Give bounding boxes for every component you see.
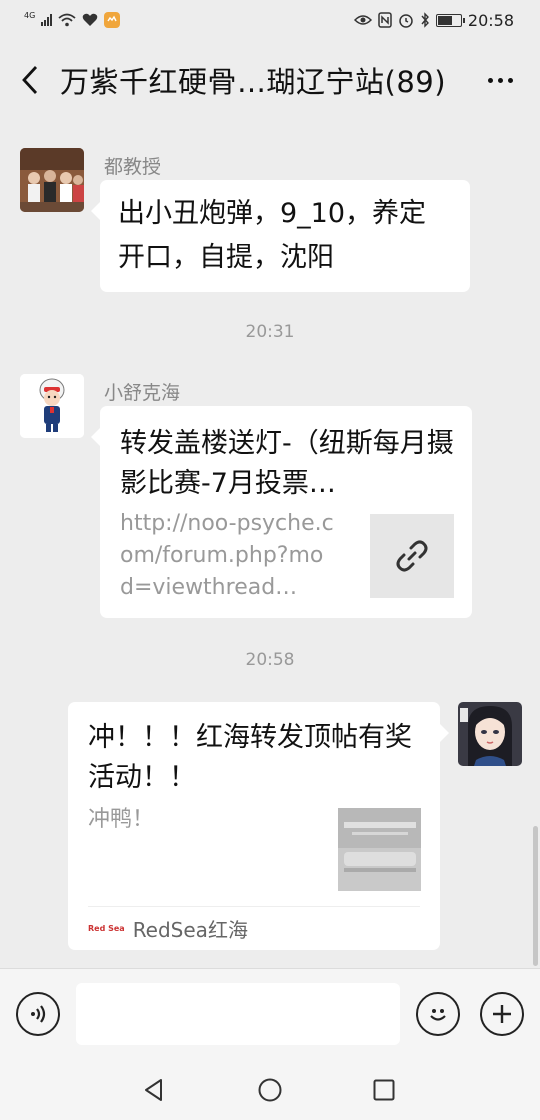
nav-recents-button[interactable]	[368, 1074, 400, 1106]
chat-header: 万紫千红硬骨…瑚辽宁站(89)	[0, 40, 540, 120]
chat-title: 万紫千红硬骨…瑚辽宁站(89)	[60, 65, 447, 99]
app-notification-icon	[104, 12, 121, 28]
card-source-label: RedSea红海	[132, 918, 248, 942]
network-type-label: 4G	[24, 11, 36, 20]
timestamp: 20:58	[245, 650, 295, 670]
battery-icon	[435, 13, 465, 27]
nav-back-button[interactable]	[138, 1074, 170, 1106]
heart-icon	[83, 13, 98, 26]
product-image-icon	[338, 808, 421, 891]
bluetooth-icon	[421, 12, 429, 28]
nfc-icon	[378, 12, 392, 28]
timestamp: 20:31	[245, 322, 295, 342]
card-source: Red Sea RedSea红海	[88, 906, 420, 950]
back-button[interactable]	[0, 40, 60, 120]
message-input[interactable]	[76, 983, 400, 1045]
status-bar: 4G 20:58	[0, 0, 540, 40]
link-thumbnail	[370, 514, 454, 598]
status-time: 20:58	[467, 10, 514, 30]
sender-name: 都教授	[104, 156, 162, 178]
emoji-button[interactable]	[416, 992, 460, 1036]
cartoon-pilot-avatar	[20, 374, 84, 438]
avatar-self[interactable]	[458, 702, 522, 766]
input-bar	[0, 968, 540, 1060]
shared-card-bubble[interactable]: 冲！！！红海转发顶帖有奖活动！！ 冲鸭！ Red Sea RedSea红海	[68, 702, 449, 950]
alarm-icon	[399, 14, 413, 28]
recents-square-icon	[373, 1079, 395, 1101]
redsea-logo-icon: Red Sea	[88, 924, 125, 933]
more-dots-icon	[487, 77, 493, 83]
card-description: 冲鸭！	[88, 807, 155, 832]
home-circle-icon	[258, 1078, 282, 1102]
plus-icon	[493, 1005, 511, 1023]
message-bubble[interactable]: 出小丑炮弹，9_10，养定开口，自提，沈阳	[91, 180, 470, 292]
emoji-icon	[430, 1009, 446, 1021]
link-icon	[396, 540, 428, 572]
wifi-icon	[58, 13, 76, 27]
link-card-bubble[interactable]: 转发盖楼送灯-（纽斯每月摄影比赛-7月投票… http://noo-psyche…	[91, 406, 472, 618]
more-button[interactable]	[470, 40, 530, 120]
system-nav-bar	[0, 1060, 540, 1120]
scrollbar[interactable]	[533, 826, 538, 966]
card-thumbnail	[338, 808, 421, 891]
plus-button[interactable]	[480, 992, 524, 1036]
signal-icon	[41, 14, 53, 26]
anime-girl-avatar	[458, 702, 522, 766]
message-text: 出小丑炮弹，9_10，养定开口，自提，沈阳	[118, 198, 427, 273]
nav-home-button[interactable]	[254, 1074, 286, 1106]
group-photo-avatar	[20, 148, 84, 212]
eye-icon	[353, 15, 372, 25]
voice-button[interactable]	[16, 992, 60, 1036]
link-description: http://noo-psyche.com/forum.php?mod=view…	[120, 511, 334, 600]
voice-icon	[31, 1005, 46, 1023]
link-title: 转发盖楼送灯-（纽斯每月摄影比赛-7月投票…	[120, 428, 454, 499]
avatar-dujiaoshou[interactable]	[20, 148, 84, 212]
status-right: 20:58	[353, 10, 514, 30]
avatar-xiaoshukehai[interactable]	[20, 374, 84, 438]
card-title: 冲！！！红海转发顶帖有奖活动！！	[88, 722, 412, 793]
status-left: 4G	[24, 11, 121, 28]
chevron-left-icon	[22, 66, 38, 94]
back-triangle-icon	[145, 1079, 162, 1101]
sender-name: 小舒克海	[104, 382, 181, 404]
